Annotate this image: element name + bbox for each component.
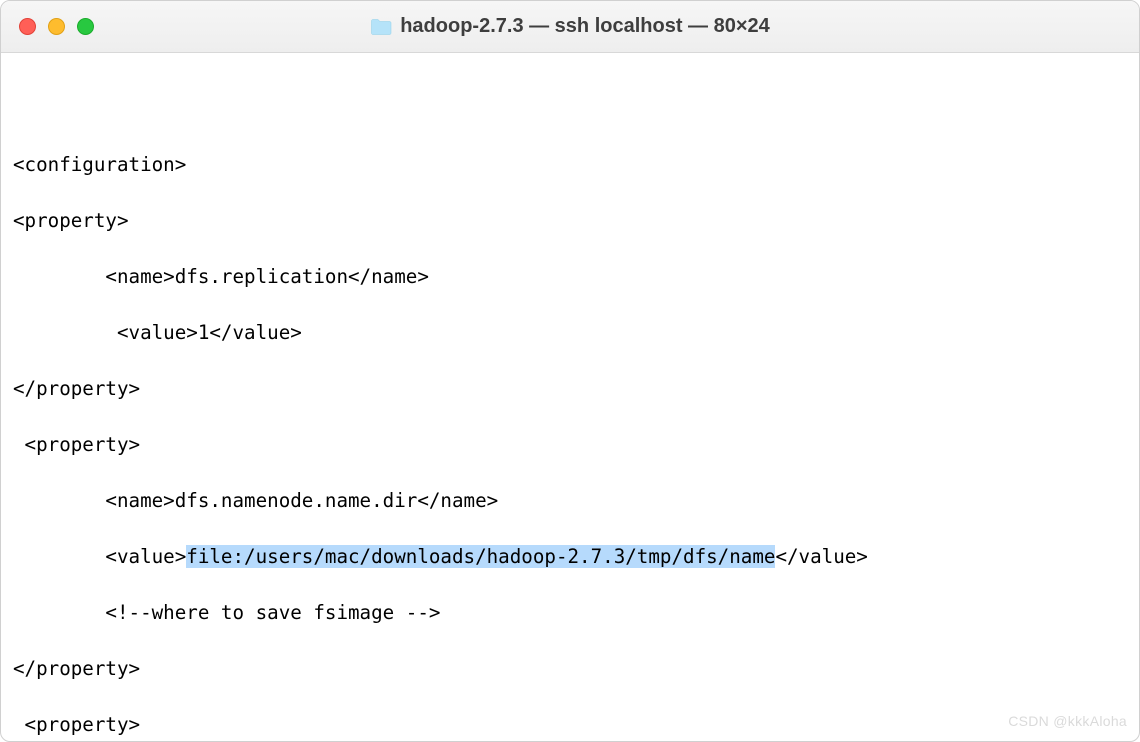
- terminal-line: <name>dfs.replication</name>: [13, 263, 1127, 291]
- folder-icon: [370, 18, 392, 36]
- terminal-line: <property>: [13, 431, 1127, 459]
- terminal-line: <property>: [13, 207, 1127, 235]
- selected-text[interactable]: file:/users/mac/downloads/hadoop-2.7.3/t…: [186, 545, 775, 568]
- terminal-line: <name>dfs.namenode.name.dir</name>: [13, 487, 1127, 515]
- traffic-lights: [19, 18, 94, 35]
- minimize-button[interactable]: [48, 18, 65, 35]
- terminal-line: <value>1</value>: [13, 319, 1127, 347]
- terminal-line: <!--where to save fsimage -->: [13, 599, 1127, 627]
- line-suffix: </value>: [775, 545, 867, 568]
- terminal-line: </property>: [13, 375, 1127, 403]
- terminal-content[interactable]: <configuration> <property> <name>dfs.rep…: [1, 53, 1139, 741]
- terminal-window: hadoop-2.7.3 — ssh localhost — 80×24 <co…: [0, 0, 1140, 742]
- maximize-button[interactable]: [77, 18, 94, 35]
- terminal-line: <configuration>: [13, 151, 1127, 179]
- line-prefix: <value>: [13, 545, 186, 568]
- close-button[interactable]: [19, 18, 36, 35]
- window-title: hadoop-2.7.3 — ssh localhost — 80×24: [400, 15, 770, 38]
- title-container: hadoop-2.7.3 — ssh localhost — 80×24: [1, 15, 1139, 38]
- terminal-line: <property>: [13, 711, 1127, 739]
- terminal-line: </property>: [13, 655, 1127, 683]
- watermark: CSDN @kkkAloha: [1008, 707, 1127, 735]
- terminal-line: [13, 95, 1127, 123]
- terminal-line: <value>file:/users/mac/downloads/hadoop-…: [13, 543, 1127, 571]
- titlebar[interactable]: hadoop-2.7.3 — ssh localhost — 80×24: [1, 1, 1139, 53]
